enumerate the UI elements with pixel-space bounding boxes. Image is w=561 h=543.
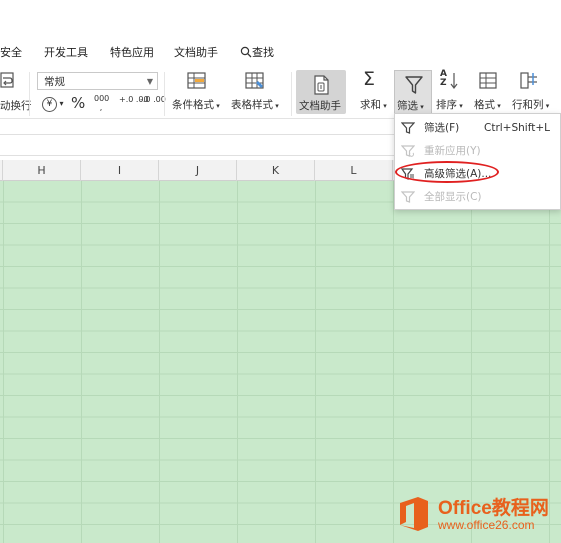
- chevron-down-icon: ▼: [146, 77, 153, 86]
- row-column-button[interactable]: 行和列 ▾: [512, 97, 549, 112]
- format-button[interactable]: 格式 ▾: [474, 97, 501, 112]
- sigma-icon: Σ: [363, 68, 376, 90]
- tab-find[interactable]: 查找: [240, 44, 274, 60]
- thousands-separator-button[interactable]: 000,: [94, 94, 110, 112]
- search-icon: [240, 46, 252, 58]
- row-column-icon: [520, 72, 537, 89]
- conditional-format-button[interactable]: 条件格式 ▾: [172, 97, 220, 112]
- sum-button[interactable]: 求和 ▾: [360, 97, 387, 112]
- sort-button[interactable]: 排序 ▾: [436, 97, 463, 112]
- document-assistant-button[interactable]: 文档助手: [296, 70, 346, 114]
- menu-tab-bar: 安全 开发工具 特色应用 文档助手 查找: [0, 0, 561, 64]
- funnel-icon: [401, 122, 415, 134]
- ribbon-divider: [29, 72, 30, 116]
- tab-special-apps[interactable]: 特色应用: [110, 44, 154, 60]
- conditional-format-label: 条件格式: [172, 99, 214, 111]
- table-style-icon: [245, 72, 264, 89]
- filter-button[interactable]: 筛选 ▾: [394, 70, 432, 114]
- reapply-filter-icon: [401, 145, 415, 157]
- format-icon: [479, 72, 497, 89]
- tab-developer-tools[interactable]: 开发工具: [44, 44, 88, 60]
- sum-label: 求和: [360, 99, 381, 111]
- format-label: 格式: [474, 99, 495, 111]
- currency-format-button[interactable]: ¥ ▾: [42, 95, 64, 112]
- document-assistant-label: 文档助手: [299, 100, 341, 112]
- spreadsheet-grid[interactable]: [0, 181, 561, 543]
- column-header-k[interactable]: K: [237, 160, 315, 181]
- number-format-select[interactable]: 常规 ▼: [37, 72, 158, 90]
- wrap-text-icon: [0, 72, 14, 88]
- column-header-j[interactable]: J: [159, 160, 237, 181]
- office-logo-icon: [400, 497, 428, 531]
- ribbon-toolbar: 动换行 常规 ▼ ¥ ▾ % 000, +.0 .00 -.0 .00 条件格式…: [0, 64, 561, 119]
- ribbon-divider: [164, 72, 165, 116]
- watermark-url: www.office26.com: [438, 518, 535, 532]
- filter-label: 筛选 ▾: [397, 100, 424, 112]
- conditional-format-icon: [187, 72, 206, 89]
- column-header-i[interactable]: I: [81, 160, 159, 181]
- menu-item-show-all: 全部显示(C): [395, 186, 560, 208]
- tab-document-assistant[interactable]: 文档助手: [174, 44, 218, 60]
- currency-icon: ¥: [42, 97, 57, 112]
- menu-item-shortcut: Ctrl+Shift+L: [484, 122, 550, 134]
- column-header-l[interactable]: L: [315, 160, 393, 181]
- thousands-icon: 000: [94, 94, 110, 103]
- increase-decimal-button[interactable]: +.0 .00: [119, 95, 149, 104]
- ribbon-divider: [291, 72, 292, 116]
- sort-arrow-icon: [450, 73, 458, 89]
- sort-icon: AZ: [440, 69, 447, 88]
- document-assistant-icon: [314, 75, 329, 95]
- filter-dropdown-menu: 筛选(F) Ctrl+Shift+L 重新应用(Y) 高级筛选(A)... 全部…: [394, 113, 561, 210]
- decrease-decimal-button[interactable]: -.0 .00: [140, 95, 166, 104]
- tab-security[interactable]: 安全: [0, 44, 22, 60]
- highlight-ring: [395, 161, 499, 183]
- menu-item-label: 筛选(F): [424, 122, 460, 134]
- percent-format-button[interactable]: %: [71, 94, 85, 112]
- column-header-h[interactable]: H: [3, 160, 81, 181]
- sort-label: 排序: [436, 99, 457, 111]
- number-format-value: 常规: [44, 76, 65, 88]
- menu-item-label: 重新应用(Y): [424, 145, 481, 157]
- menu-item-filter[interactable]: 筛选(F) Ctrl+Shift+L: [395, 117, 560, 139]
- menu-item-label: 全部显示(C): [424, 191, 482, 203]
- row-column-label: 行和列: [512, 99, 544, 111]
- watermark: Office教程网 www.office26.com: [396, 491, 561, 537]
- show-all-icon: [401, 191, 415, 203]
- decrease-decimal-icon: -.0 .00: [140, 95, 166, 104]
- menu-item-reapply: 重新应用(Y): [395, 140, 560, 162]
- table-style-button[interactable]: 表格样式 ▾: [231, 97, 279, 112]
- table-style-label: 表格样式: [231, 99, 273, 111]
- wrap-text-button[interactable]: 动换行: [0, 98, 32, 113]
- watermark-title: Office教程网: [438, 498, 549, 519]
- funnel-icon: [405, 76, 423, 94]
- find-label: 查找: [252, 46, 274, 59]
